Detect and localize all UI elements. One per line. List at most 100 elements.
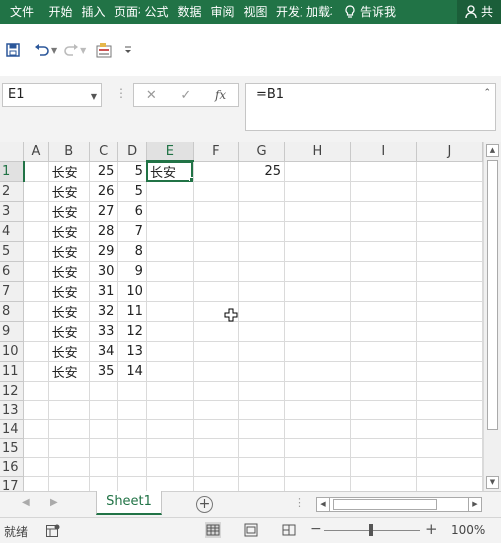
row-header[interactable]: 4 [0, 221, 25, 242]
tell-me-box[interactable]: 告诉我 [340, 0, 400, 24]
sheet-tab-sheet1[interactable]: Sheet1 [96, 491, 162, 515]
column-header-g[interactable]: G [238, 142, 286, 162]
cell-h17[interactable] [284, 476, 351, 491]
cell-b4[interactable]: 长安 [48, 221, 90, 242]
cell-d8[interactable]: 11 [117, 301, 147, 322]
cell-b3[interactable]: 长安 [48, 201, 90, 222]
cell-f16[interactable] [193, 457, 240, 477]
cell-e8[interactable] [146, 301, 194, 322]
cell-i16[interactable] [350, 457, 417, 477]
cell-c17[interactable] [89, 476, 119, 491]
cell-d3[interactable]: 6 [117, 201, 147, 222]
chevron-up-icon[interactable]: ⌃ [483, 88, 491, 98]
cell-g6[interactable] [238, 261, 286, 282]
cell-a1[interactable] [23, 161, 49, 182]
cancel-icon[interactable]: ✕ [146, 88, 157, 103]
cell-i5[interactable] [350, 241, 417, 262]
cell-f6[interactable] [193, 261, 240, 282]
cell-a15[interactable] [23, 438, 49, 458]
scroll-left-icon[interactable]: ◀ [317, 498, 330, 511]
cell-d6[interactable]: 9 [117, 261, 147, 282]
cell-g14[interactable] [238, 419, 286, 439]
cell-c6[interactable]: 30 [89, 261, 119, 282]
cell-d9[interactable]: 12 [117, 321, 147, 342]
cell-d1[interactable]: 5 [117, 161, 147, 182]
cell-c15[interactable] [89, 438, 119, 458]
cell-c4[interactable]: 28 [89, 221, 119, 242]
cell-d2[interactable]: 5 [117, 181, 147, 202]
cell-c7[interactable]: 31 [89, 281, 119, 302]
column-header-d[interactable]: D [117, 142, 147, 162]
splitter-handle[interactable]: ⋮ [115, 86, 127, 100]
cell-h6[interactable] [284, 261, 351, 282]
share-button[interactable]: 共享 [457, 0, 501, 24]
row-header[interactable]: 9 [0, 321, 25, 342]
row-header[interactable]: 6 [0, 261, 25, 282]
page-layout-view-button[interactable] [243, 522, 259, 538]
formula-input[interactable]: =B1 ⌃ [245, 83, 496, 131]
cell-f10[interactable] [193, 341, 240, 362]
cell-i4[interactable] [350, 221, 417, 242]
cell-a2[interactable] [23, 181, 49, 202]
cell-b11[interactable]: 长安 [48, 361, 90, 382]
cell-f12[interactable] [193, 381, 240, 401]
cell-j6[interactable] [416, 261, 483, 282]
cell-e15[interactable] [146, 438, 194, 458]
cell-g10[interactable] [238, 341, 286, 362]
cell-g16[interactable] [238, 457, 286, 477]
cell-g12[interactable] [238, 381, 286, 401]
cell-d11[interactable]: 14 [117, 361, 147, 382]
cell-j2[interactable] [416, 181, 483, 202]
sheet-next-icon[interactable]: ▶ [50, 497, 58, 508]
scroll-right-icon[interactable]: ▶ [468, 498, 481, 511]
cell-d7[interactable]: 10 [117, 281, 147, 302]
cell-e5[interactable] [146, 241, 194, 262]
cell-a12[interactable] [23, 381, 49, 401]
cell-j15[interactable] [416, 438, 483, 458]
cell-g2[interactable] [238, 181, 286, 202]
cell-i11[interactable] [350, 361, 417, 382]
cell-j10[interactable] [416, 341, 483, 362]
undo-button[interactable]: ▼ [34, 40, 57, 60]
cell-i13[interactable] [350, 400, 417, 420]
tab-formulas[interactable]: 公式 [140, 0, 173, 24]
redo-dropdown-icon[interactable]: ▼ [80, 46, 86, 55]
column-header-i[interactable]: I [350, 142, 417, 162]
cell-e9[interactable] [146, 321, 194, 342]
cell-f13[interactable] [193, 400, 240, 420]
cell-g15[interactable] [238, 438, 286, 458]
cell-i1[interactable] [350, 161, 417, 182]
horizontal-scroll-thumb[interactable] [333, 499, 437, 510]
cell-j8[interactable] [416, 301, 483, 322]
zoom-level[interactable]: 100% [451, 523, 485, 537]
zoom-out-button[interactable]: − [310, 521, 322, 537]
cell-c11[interactable]: 35 [89, 361, 119, 382]
cell-e3[interactable] [146, 201, 194, 222]
cell-i7[interactable] [350, 281, 417, 302]
cell-c8[interactable]: 32 [89, 301, 119, 322]
cell-e16[interactable] [146, 457, 194, 477]
cell-j1[interactable] [416, 161, 483, 182]
cell-a16[interactable] [23, 457, 49, 477]
tab-splitter-handle[interactable]: ⋮ [294, 496, 305, 509]
cell-a14[interactable] [23, 419, 49, 439]
tab-view[interactable]: 视图 [239, 0, 272, 24]
cell-h8[interactable] [284, 301, 351, 322]
cell-g4[interactable] [238, 221, 286, 242]
cell-f5[interactable] [193, 241, 240, 262]
cell-g11[interactable] [238, 361, 286, 382]
cell-a13[interactable] [23, 400, 49, 420]
row-header[interactable]: 11 [0, 361, 25, 382]
row-header[interactable]: 12 [0, 381, 25, 401]
cell-i14[interactable] [350, 419, 417, 439]
cell-d4[interactable]: 7 [117, 221, 147, 242]
tab-page-layout[interactable]: 页面布局 [110, 0, 140, 24]
cell-a4[interactable] [23, 221, 49, 242]
undo-dropdown-icon[interactable]: ▼ [51, 46, 57, 55]
vertical-scroll-thumb[interactable] [487, 160, 498, 430]
column-header-e[interactable]: E [146, 142, 194, 162]
cell-h13[interactable] [284, 400, 351, 420]
cell-c13[interactable] [89, 400, 119, 420]
cell-c5[interactable]: 29 [89, 241, 119, 262]
cell-a8[interactable] [23, 301, 49, 322]
